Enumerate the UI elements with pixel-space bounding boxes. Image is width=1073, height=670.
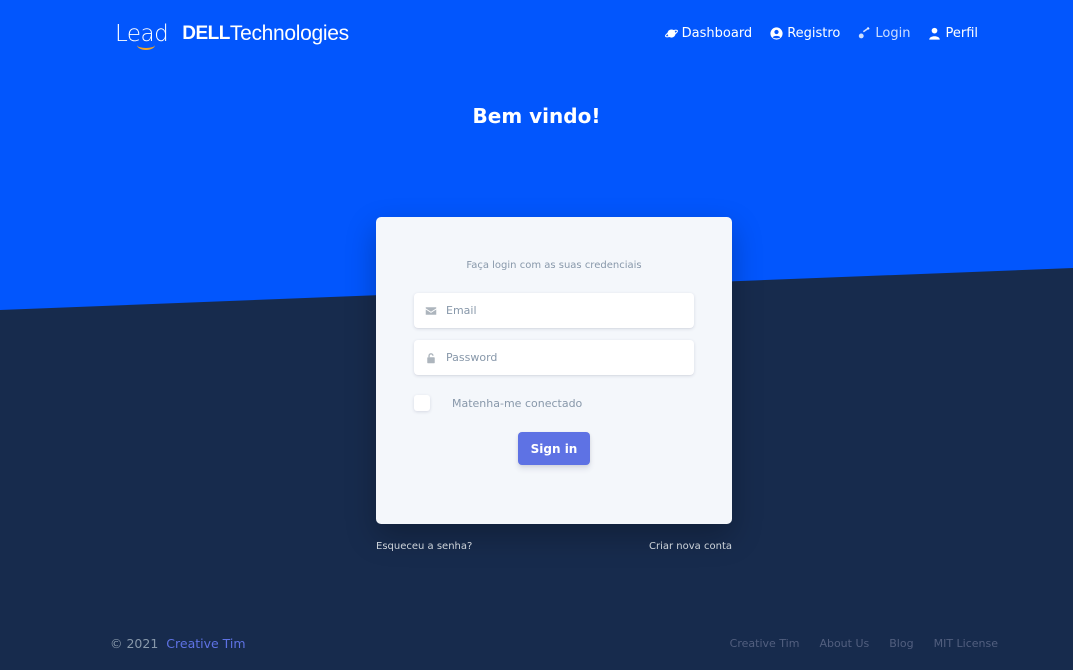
- footer-link-creative-tim[interactable]: Creative Tim: [730, 637, 800, 650]
- forgot-password-link[interactable]: Esqueceu a senha?: [376, 541, 472, 552]
- envelope-icon: [424, 304, 438, 318]
- email-field[interactable]: [414, 293, 694, 328]
- lead-swoosh: [137, 40, 155, 50]
- copyright-year: © 2021: [110, 636, 159, 651]
- footer-link-about-us[interactable]: About Us: [819, 637, 869, 650]
- footer-brand-link[interactable]: Creative Tim: [166, 636, 245, 651]
- nav-login-label: Login: [875, 26, 911, 41]
- footer-link-blog[interactable]: Blog: [889, 637, 913, 650]
- nav-registro[interactable]: Registro: [770, 26, 840, 41]
- dell-logo: DELL: [182, 23, 230, 44]
- email-input[interactable]: [444, 303, 678, 318]
- lock-icon: [424, 351, 438, 365]
- login-subtitle: Faça login com as suas credenciais: [466, 260, 642, 271]
- remember-checkbox[interactable]: [414, 395, 430, 411]
- lead-logo: Lead: [115, 21, 169, 50]
- remember-label[interactable]: Matenha-me conectado: [452, 397, 582, 410]
- nav-perfil[interactable]: Perfil: [928, 26, 978, 41]
- nav-dashboard-label: Dashboard: [681, 26, 753, 41]
- nav-registro-label: Registro: [787, 26, 841, 41]
- nav-dashboard[interactable]: Dashboard: [664, 26, 753, 41]
- user-circle-icon: [770, 27, 783, 40]
- user-icon: [929, 27, 941, 40]
- nav-login[interactable]: Login: [858, 26, 910, 41]
- footer-links: Creative Tim About Us Blog MIT License: [730, 637, 998, 650]
- technologies-logo: Technologies: [229, 22, 349, 45]
- sign-in-button[interactable]: Sign in: [518, 432, 590, 465]
- create-account-link[interactable]: Criar nova conta: [649, 541, 732, 552]
- footer-link-license[interactable]: MIT License: [934, 637, 998, 650]
- nav-perfil-label: Perfil: [945, 26, 978, 41]
- copyright: © 2021 Creative Tim: [110, 636, 246, 651]
- top-nav: Dashboard Registro Login Perfil: [664, 26, 978, 41]
- key-icon: [859, 27, 871, 39]
- planet-icon: [664, 29, 678, 38]
- page-title: Bem vindo!: [472, 104, 601, 128]
- brand-logo[interactable]: Lead DELL Technologies: [115, 20, 349, 50]
- login-card: Faça login com as suas credenciais Maten…: [376, 217, 732, 524]
- remember-row: Matenha-me conectado: [414, 395, 582, 411]
- password-field[interactable]: [414, 340, 694, 375]
- password-input[interactable]: [444, 350, 678, 365]
